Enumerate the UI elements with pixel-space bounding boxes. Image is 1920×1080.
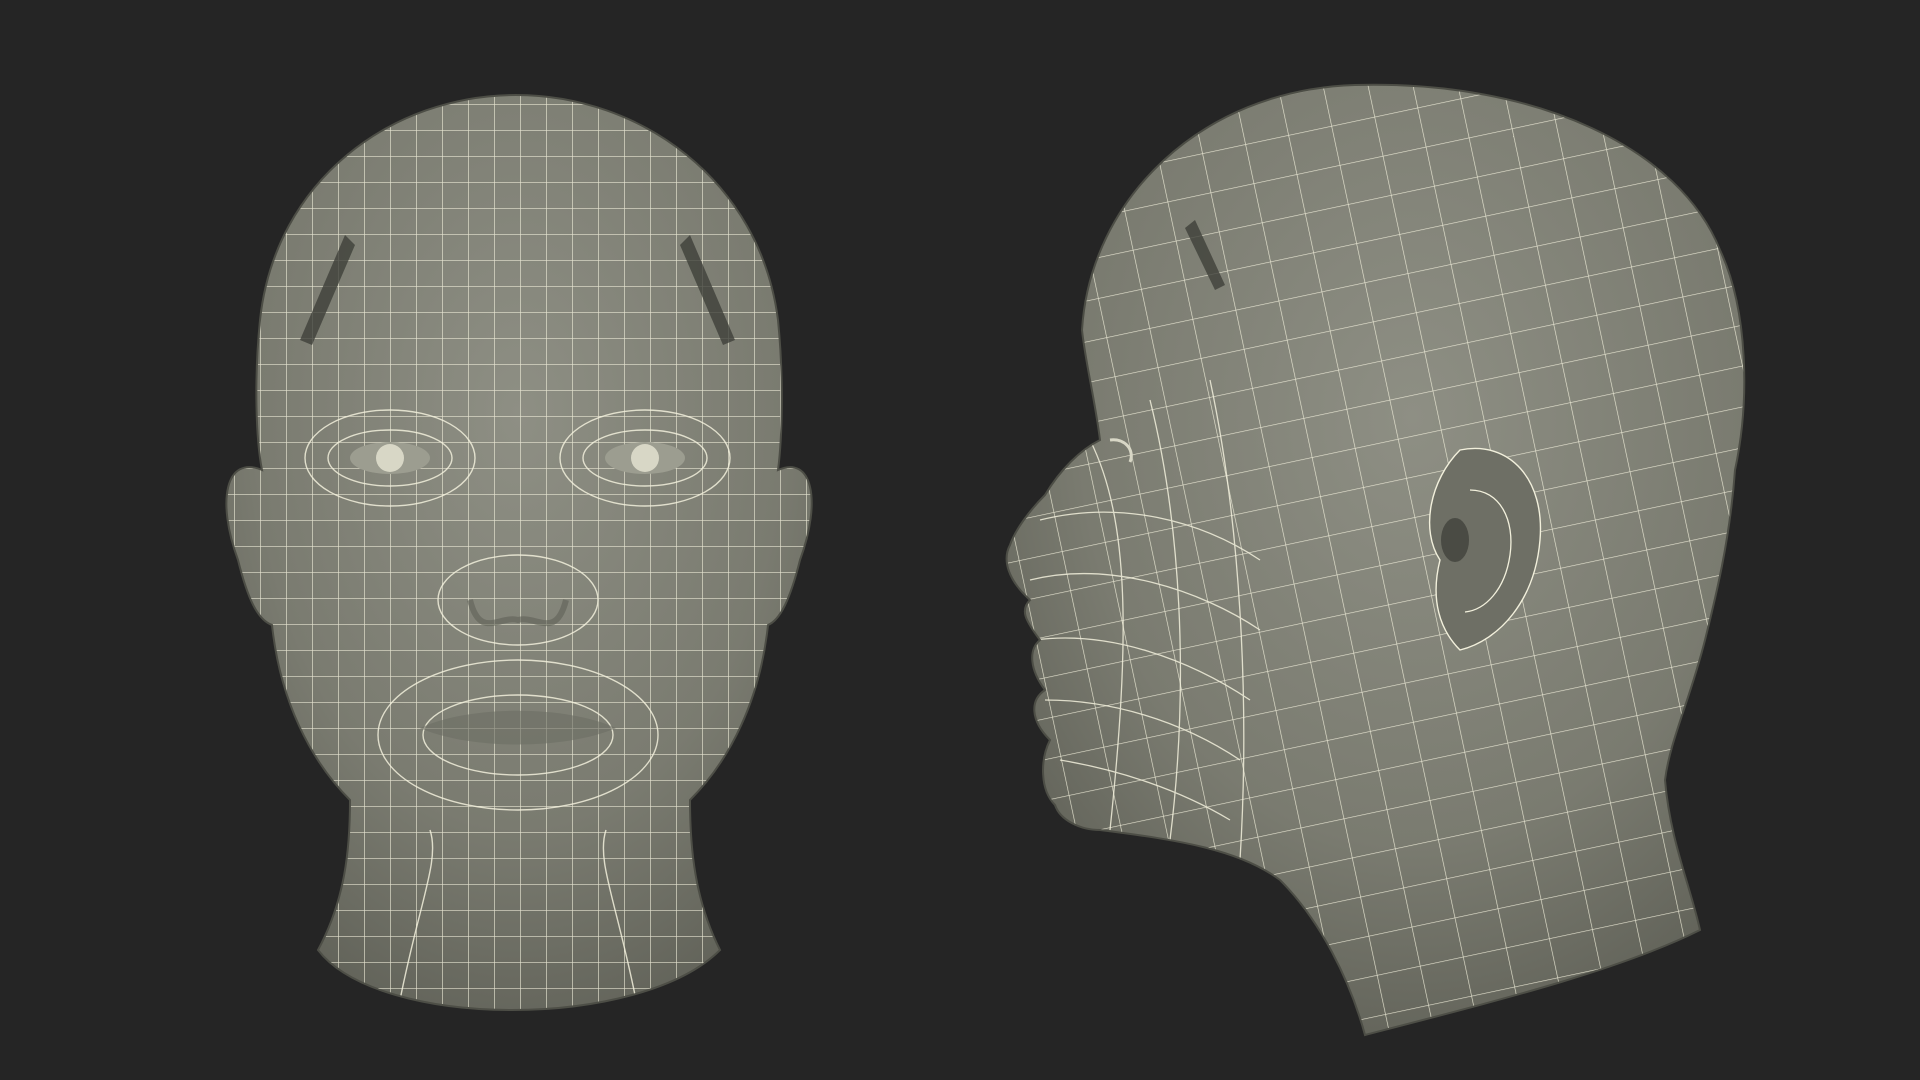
front-head-model — [225, 94, 813, 1011]
front-left-eye — [350, 442, 430, 474]
side-head-model — [1005, 83, 1746, 1037]
side-wireframe — [1006, 84, 1745, 1036]
front-right-eye — [605, 442, 685, 474]
render-viewport — [0, 0, 1920, 1080]
render-canvas — [225, 83, 1746, 1037]
front-wireframe — [226, 95, 812, 1010]
